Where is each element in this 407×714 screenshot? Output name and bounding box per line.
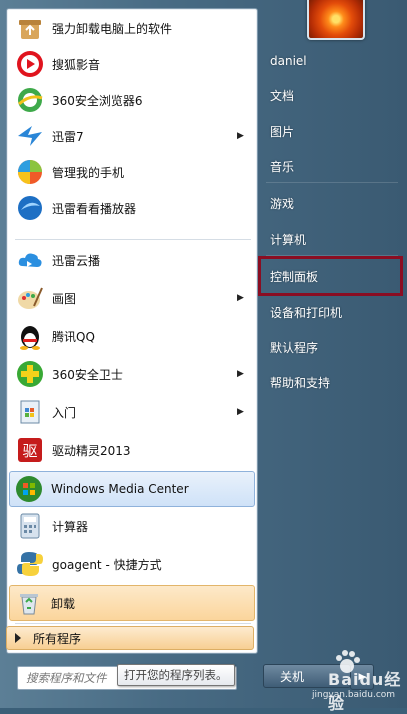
program-label: 迅雷看看播放器	[52, 201, 137, 216]
program-label: 驱动精灵2013	[52, 443, 131, 458]
right-item-user[interactable]: daniel	[262, 46, 402, 76]
right-item-computer[interactable]: 计算机	[262, 224, 402, 254]
divider	[15, 239, 251, 240]
submenu-arrow-icon[interactable]: ▶	[237, 407, 247, 417]
user-avatar[interactable]	[307, 0, 365, 40]
program-label: goagent - 快捷方式	[52, 557, 162, 572]
program-label: 迅雷7	[52, 129, 84, 144]
windows-media-center-icon	[14, 474, 44, 504]
phone-manager-icon	[15, 157, 45, 187]
python-shortcut-icon	[15, 549, 45, 579]
submenu-arrow-icon[interactable]: ▶	[237, 369, 247, 379]
watermark-url: jingyan.baidu.com	[312, 690, 396, 700]
program-label: Windows Media Center	[51, 482, 189, 496]
program-item-windows-media-center[interactable]: Windows Media Center	[9, 471, 255, 507]
recycle-bin-icon	[14, 588, 44, 618]
qq-penguin-icon	[15, 321, 45, 351]
driver-genius-icon: 驱	[15, 435, 45, 465]
right-item-default-programs[interactable]: 默认程序	[262, 332, 402, 362]
program-label: 卸载	[51, 596, 76, 611]
all-programs-label: 所有程序	[33, 631, 82, 646]
program-item-uninstall[interactable]: 卸载	[9, 585, 255, 621]
program-item-xunlei7[interactable]: 迅雷7 ▶	[11, 119, 253, 153]
xunlei-player-icon	[15, 193, 45, 223]
svg-text:驱: 驱	[22, 442, 37, 460]
360-guard-icon	[15, 359, 45, 389]
right-item-devices-printers[interactable]: 设备和打印机	[262, 297, 402, 327]
expand-arrow-icon	[15, 633, 21, 643]
program-label: 360安全浏览器6	[52, 93, 143, 108]
program-list-panel: 强力卸载电脑上的软件 搜狐影音 360安全浏览器6 迅雷7 ▶ 管理我的手机 迅…	[6, 8, 258, 654]
paint-icon	[15, 283, 45, 313]
right-item-documents[interactable]: 文档	[262, 80, 402, 110]
highlight-box	[258, 256, 403, 296]
program-item-uninstaller[interactable]: 强力卸载电脑上的软件	[11, 11, 253, 45]
program-label: 入门	[52, 405, 77, 420]
all-programs-button[interactable]: 所有程序	[6, 626, 254, 650]
program-item-xunlei-player[interactable]: 迅雷看看播放器	[11, 191, 253, 225]
right-item-pictures[interactable]: 图片	[262, 116, 402, 146]
right-item-music[interactable]: 音乐	[262, 151, 402, 181]
program-item-qq[interactable]: 腾讯QQ	[11, 319, 253, 353]
program-label: 360安全卫士	[52, 367, 123, 382]
submenu-arrow-icon[interactable]: ▶	[237, 293, 247, 303]
program-item-driver-genius[interactable]: 驱 驱动精灵2013	[11, 433, 253, 467]
program-item-getting-started[interactable]: 入门 ▶	[11, 395, 253, 429]
right-item-games[interactable]: 游戏	[262, 188, 402, 218]
submenu-arrow-icon[interactable]: ▶	[237, 131, 247, 141]
uninstall-box-icon	[15, 13, 45, 43]
program-item-sohu[interactable]: 搜狐影音	[11, 47, 253, 81]
xunlei-cloud-icon	[15, 245, 45, 275]
360-browser-icon	[15, 85, 45, 115]
program-item-xunlei-cloud[interactable]: 迅雷云播	[11, 243, 253, 277]
program-item-phone-manager[interactable]: 管理我的手机	[11, 155, 253, 189]
program-label: 管理我的手机	[52, 165, 125, 180]
program-label: 强力卸载电脑上的软件	[52, 21, 173, 36]
divider	[15, 623, 251, 624]
divider	[266, 182, 398, 183]
getting-started-icon	[15, 397, 45, 427]
program-label: 画图	[52, 291, 77, 306]
xunlei-bird-icon	[15, 121, 45, 151]
program-label: 迅雷云播	[52, 253, 101, 268]
right-item-help-support[interactable]: 帮助和支持	[262, 367, 402, 397]
program-label: 腾讯QQ	[52, 329, 95, 344]
baidu-watermark: Baidu经验 jingyan.baidu.com	[308, 650, 402, 713]
tooltip: 打开您的程序列表。	[117, 664, 235, 686]
calculator-icon	[15, 511, 45, 541]
sohu-player-icon	[15, 49, 45, 79]
program-item-goagent[interactable]: goagent - 快捷方式	[11, 547, 253, 581]
program-label: 计算器	[52, 519, 89, 534]
program-item-360-browser[interactable]: 360安全浏览器6	[11, 83, 253, 117]
program-item-calculator[interactable]: 计算器	[11, 509, 253, 543]
program-item-paint[interactable]: 画图 ▶	[11, 281, 253, 315]
program-item-360-guard[interactable]: 360安全卫士 ▶	[11, 357, 253, 391]
program-label: 搜狐影音	[52, 57, 101, 72]
